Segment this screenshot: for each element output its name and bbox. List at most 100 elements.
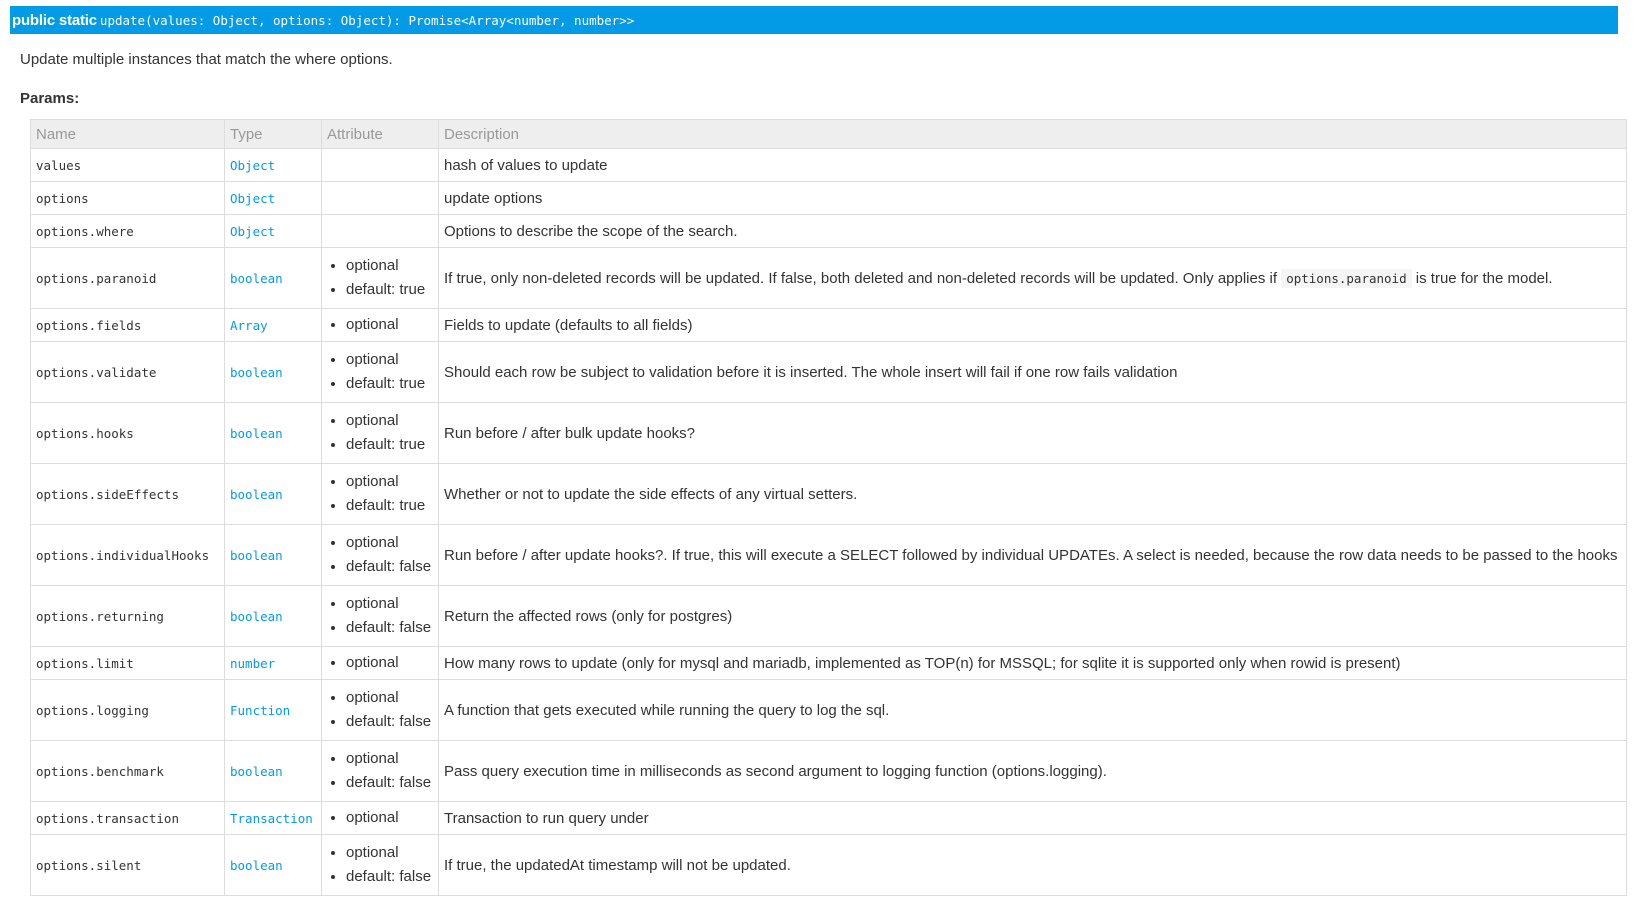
- attribute-item: default: false: [346, 555, 433, 579]
- param-attributes: optionaldefault: true: [321, 463, 439, 525]
- attribute-list: optionaldefault: true: [327, 254, 433, 302]
- description-text: Return the affected rows (only for postg…: [444, 607, 733, 625]
- attribute-item: default: false: [346, 865, 433, 889]
- attribute-list: optionaldefault: true: [327, 409, 433, 457]
- param-attributes: optionaldefault: true: [321, 341, 439, 403]
- param-attributes: optional: [321, 646, 439, 680]
- param-description: If true, the updatedAt timestamp will no…: [438, 834, 1627, 896]
- param-attributes: optionaldefault: false: [321, 834, 439, 896]
- description-text: Whether or not to update the side effect…: [444, 485, 858, 503]
- param-row: options.where Object Options to describe t…: [30, 214, 1627, 248]
- param-description: update options: [438, 181, 1627, 215]
- attribute-item: default: false: [346, 616, 433, 640]
- param-description: hash of values to update: [438, 148, 1627, 182]
- param-type-link[interactable]: boolean: [224, 524, 322, 586]
- param-attributes: [321, 181, 439, 215]
- attribute-item: optional: [346, 470, 433, 494]
- param-row: options.limitnumber optional How many rows…: [30, 646, 1627, 680]
- param-type-link[interactable]: boolean: [224, 341, 322, 403]
- description-text: How many rows to update (only for mysql …: [444, 654, 1401, 672]
- param-attributes: optionaldefault: false: [321, 524, 439, 586]
- param-row: options.transactionTransaction optional Tr…: [30, 801, 1627, 835]
- param-row: options.fieldsArray optional Fields to upd…: [30, 308, 1627, 342]
- param-attributes: optionaldefault: false: [321, 679, 439, 741]
- param-row: options.loggingFunctionoptionaldefault: …: [30, 679, 1627, 741]
- param-type-link[interactable]: boolean: [224, 740, 322, 802]
- column-header-description: Description: [438, 119, 1627, 149]
- param-name: options.returning: [30, 585, 225, 647]
- param-description: Run before / after update hooks?. If tru…: [438, 524, 1627, 586]
- column-header-name: Name: [30, 119, 225, 149]
- attribute-item: default: true: [346, 372, 433, 396]
- attribute-item: optional: [346, 531, 433, 555]
- attribute-list: optional: [327, 313, 433, 337]
- param-attributes: optionaldefault: false: [321, 740, 439, 802]
- attribute-item: default: true: [346, 278, 433, 302]
- attribute-item: optional: [346, 747, 433, 771]
- attribute-item: optional: [346, 592, 433, 616]
- attribute-item: optional: [346, 348, 433, 372]
- description-text: Transaction to run query under: [444, 809, 649, 827]
- param-type-link[interactable]: boolean: [224, 402, 322, 464]
- param-row: options.validatebooleanoptionaldefault: …: [30, 341, 1627, 403]
- param-attributes: optional: [321, 801, 439, 835]
- param-type-link[interactable]: boolean: [224, 247, 322, 309]
- attribute-list: optionaldefault: true: [327, 348, 433, 396]
- attribute-item: default: true: [346, 433, 433, 457]
- param-name: values: [30, 148, 225, 182]
- attribute-item: optional: [346, 254, 433, 278]
- attribute-item: optional: [346, 841, 433, 865]
- param-row: options.sideEffectsbooleanoptionaldefaul…: [30, 463, 1627, 525]
- description-text: update options: [444, 189, 543, 207]
- param-name: options.logging: [30, 679, 225, 741]
- param-attributes: optionaldefault: false: [321, 585, 439, 647]
- param-row: options.hooksbooleanoptionaldefault: tru…: [30, 402, 1627, 464]
- description-text: Should each row be subject to validation…: [444, 363, 1178, 381]
- column-header-attribute: Attribute: [321, 119, 439, 149]
- param-name: options.silent: [30, 834, 225, 896]
- attribute-list: optional: [327, 806, 433, 830]
- param-type-link[interactable]: boolean: [224, 463, 322, 525]
- param-name: options.transaction: [30, 801, 225, 835]
- param-name: options.limit: [30, 646, 225, 680]
- attribute-item: default: true: [346, 494, 433, 518]
- description-text: If true, only non-deleted records will b…: [444, 269, 1282, 287]
- param-description: Run before / after bulk update hooks?: [438, 402, 1627, 464]
- param-description: Transaction to run query under: [438, 801, 1627, 835]
- description-text: Run before / after update hooks?. If tru…: [444, 546, 1618, 564]
- param-description: A function that gets executed while runn…: [438, 679, 1627, 741]
- param-name: options.where: [30, 214, 225, 248]
- param-attributes: optionaldefault: true: [321, 247, 439, 309]
- param-row: options.individualHooksbooleanoptionalde…: [30, 524, 1627, 586]
- attribute-item: optional: [346, 651, 433, 675]
- param-description: Options to describe the scope of the sea…: [438, 214, 1627, 248]
- param-type-link[interactable]: Object: [224, 148, 322, 182]
- attribute-list: optionaldefault: false: [327, 531, 433, 579]
- attribute-list: optionaldefault: false: [327, 686, 433, 734]
- signature-modifiers: public static: [12, 11, 97, 29]
- attribute-item: optional: [346, 686, 433, 710]
- param-type-link[interactable]: Transaction: [224, 801, 322, 835]
- params-table: Name Type Attribute Description values Ob…: [30, 119, 1627, 896]
- param-type-link[interactable]: Array: [224, 308, 322, 342]
- description-text: hash of values to update: [444, 156, 608, 174]
- param-attributes: optional: [321, 308, 439, 342]
- param-type-link[interactable]: Object: [224, 214, 322, 248]
- attribute-list: optionaldefault: true: [327, 470, 433, 518]
- attribute-item: default: false: [346, 710, 433, 734]
- param-description: Whether or not to update the side effect…: [438, 463, 1627, 525]
- param-description: How many rows to update (only for mysql …: [438, 646, 1627, 680]
- param-type-link[interactable]: number: [224, 646, 322, 680]
- method-signature: public static update(values: Object, opt…: [10, 6, 1618, 34]
- param-type-link[interactable]: boolean: [224, 834, 322, 896]
- param-type-link[interactable]: Object: [224, 181, 322, 215]
- description-text: If true, the updatedAt timestamp will no…: [444, 856, 791, 874]
- param-row: values Object hash of values to update: [30, 148, 1627, 182]
- description-text: Options to describe the scope of the sea…: [444, 222, 738, 240]
- param-type-link[interactable]: Function: [224, 679, 322, 741]
- param-type-link[interactable]: boolean: [224, 585, 322, 647]
- param-name: options.validate: [30, 341, 225, 403]
- description-text: A function that gets executed while runn…: [444, 701, 890, 719]
- params-header-row: Name Type Attribute Description: [30, 119, 1627, 149]
- attribute-list: optionaldefault: false: [327, 592, 433, 640]
